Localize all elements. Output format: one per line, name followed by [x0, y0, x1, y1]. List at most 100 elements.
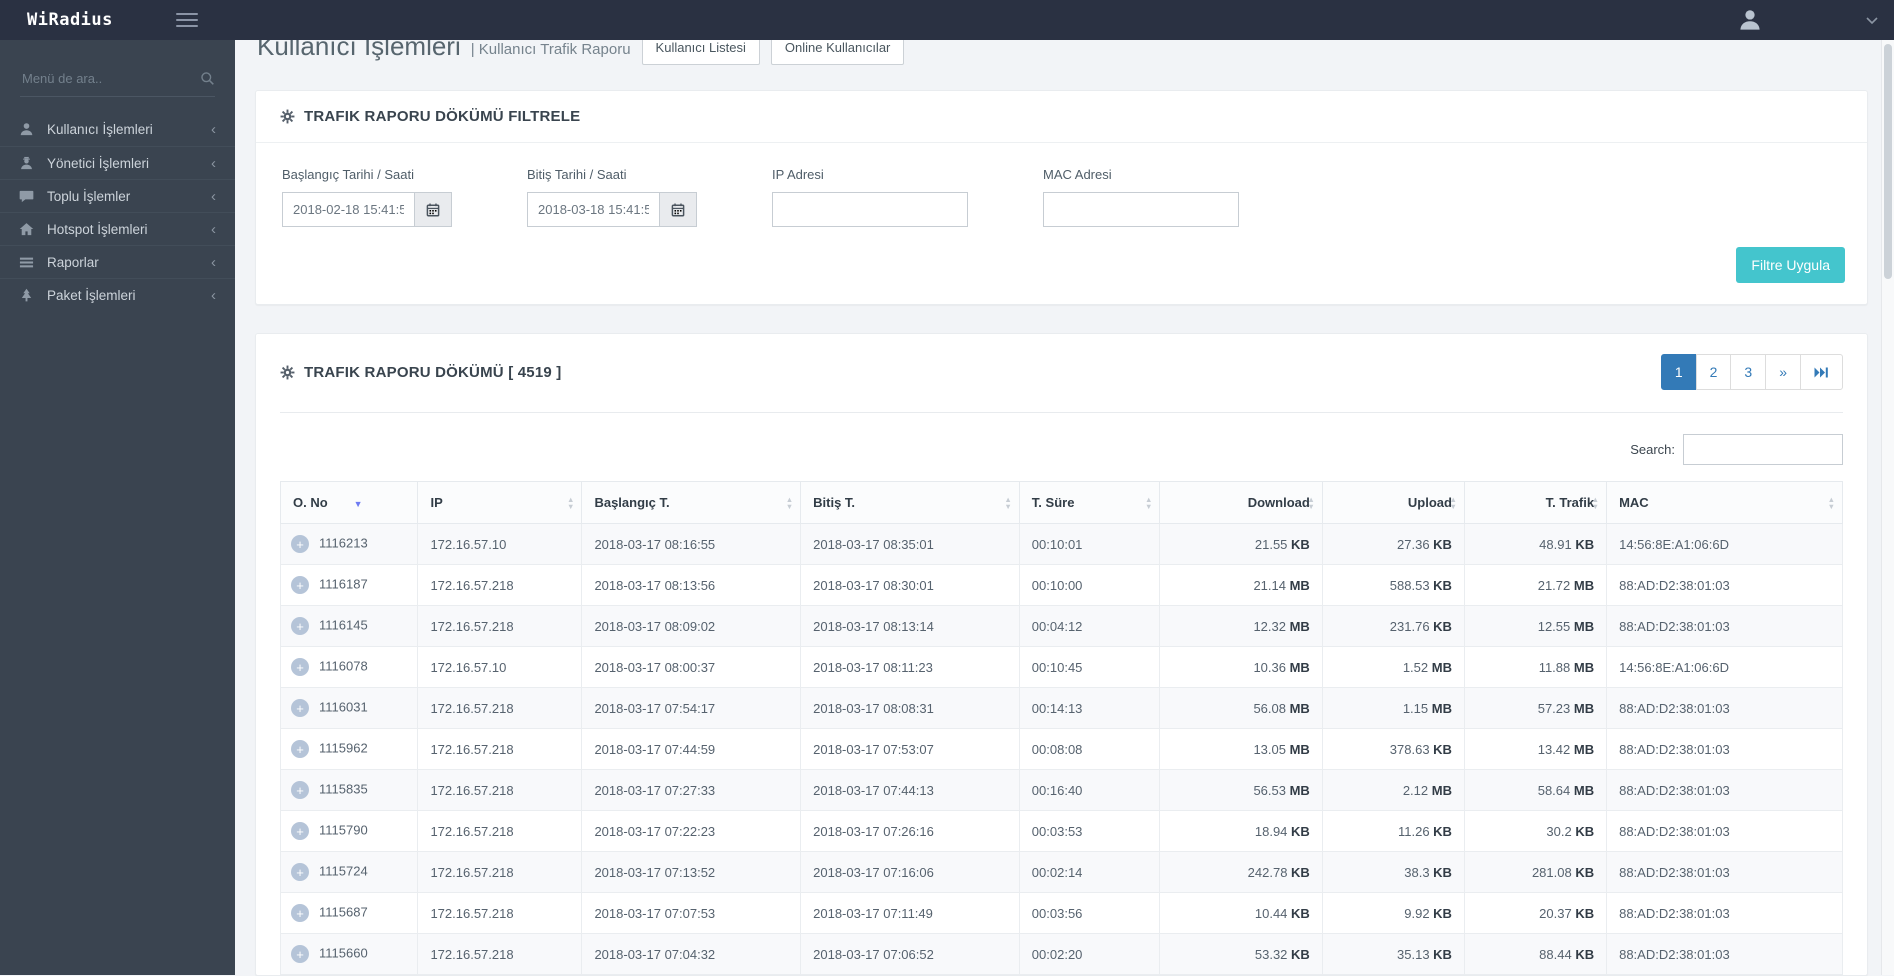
cell-mac: 88:AD:D2:38:01:03 — [1607, 688, 1843, 729]
cell-duration: 00:02:14 — [1019, 852, 1160, 893]
start-datetime-input[interactable] — [282, 192, 415, 227]
expand-row-button[interactable]: + — [291, 945, 309, 963]
cell-end-time: 2018-03-17 07:11:49 — [801, 893, 1020, 934]
start-datetime-calendar-button[interactable] — [415, 192, 452, 227]
cell-duration: 00:02:20 — [1019, 934, 1160, 975]
cell-ip: 172.16.57.218 — [418, 852, 582, 893]
search-label: Search: — [1630, 442, 1675, 457]
tree-icon — [19, 288, 34, 303]
cell-mac: 88:AD:D2:38:01:03 — [1607, 811, 1843, 852]
cell-duration: 00:10:45 — [1019, 647, 1160, 688]
sidebar-item-user[interactable]: Kullanıcı İşlemleri‹ — [0, 113, 235, 146]
scrollbar[interactable] — [1881, 40, 1894, 975]
cell-order-no: +1116078 — [281, 647, 418, 688]
cell-download: 13.05 MB — [1160, 729, 1322, 770]
sidebar-item-tree[interactable]: Paket İşlemleri‹ — [0, 278, 235, 311]
sidebar-item-home[interactable]: Hotspot İşlemleri‹ — [0, 212, 235, 245]
column-label: Upload — [1408, 495, 1452, 510]
chevron-left-icon: ‹ — [211, 255, 216, 270]
sort-icons: ▲▼ — [567, 496, 574, 510]
expand-row-button[interactable]: + — [291, 781, 309, 799]
column-header-duration[interactable]: T. Süre▲▼ — [1019, 482, 1160, 524]
cell-mac: 88:AD:D2:38:01:03 — [1607, 852, 1843, 893]
column-header-download[interactable]: Download▲▼ — [1160, 482, 1322, 524]
cell-start-time: 2018-03-17 07:13:52 — [582, 852, 801, 893]
expand-row-button[interactable]: + — [291, 863, 309, 881]
cell-download: 10.36 MB — [1160, 647, 1322, 688]
cell-upload: 231.76 KB — [1322, 606, 1464, 647]
column-header-start-time[interactable]: Başlangıç T.▲▼ — [582, 482, 801, 524]
pagination-page-1[interactable]: 1 — [1661, 354, 1697, 390]
sidebar-search-input[interactable] — [20, 70, 200, 87]
column-header-mac[interactable]: MAC ▲▼ — [1607, 482, 1843, 524]
cell-upload: 27.36 KB — [1322, 524, 1464, 565]
table-row: +1115660172.16.57.2182018-03-17 07:04:32… — [281, 934, 1843, 975]
cell-download: 242.78 KB — [1160, 852, 1322, 893]
cell-start-time: 2018-03-17 07:07:53 — [582, 893, 801, 934]
expand-row-button[interactable]: + — [291, 617, 309, 635]
sort-icons: ▲▼ — [1145, 496, 1152, 510]
cell-duration: 00:04:12 — [1019, 606, 1160, 647]
column-label: IP — [430, 495, 442, 510]
column-header-total-traffic[interactable]: T. Trafik▲▼ — [1464, 482, 1606, 524]
sort-icons: ▲▼ — [1592, 496, 1599, 510]
cell-mac: 14:56:8E:A1:06:6D — [1607, 524, 1843, 565]
cell-order-no: +1116187 — [281, 565, 418, 606]
column-header-end-time[interactable]: Bitiş T.▲▼ — [801, 482, 1020, 524]
column-header-ip[interactable]: IP ▲▼ — [418, 482, 582, 524]
cell-ip: 172.16.57.218 — [418, 729, 582, 770]
column-label: T. Trafik — [1546, 495, 1594, 510]
end-datetime-calendar-button[interactable] — [660, 192, 697, 227]
expand-row-button[interactable]: + — [291, 576, 309, 594]
chevron-down-icon[interactable] — [1866, 13, 1878, 28]
pagination-page-2[interactable]: 2 — [1696, 354, 1732, 390]
cell-order-no: +1116213 — [281, 524, 418, 565]
sidebar-item-label: Paket İşlemleri — [47, 288, 136, 303]
pagination-next-button[interactable]: » — [1765, 354, 1801, 390]
cell-ip: 172.16.57.218 — [418, 606, 582, 647]
cell-mac: 88:AD:D2:38:01:03 — [1607, 770, 1843, 811]
sort-icons: ▲▼ — [1450, 496, 1457, 510]
column-header-upload[interactable]: Upload▲▼ — [1322, 482, 1464, 524]
mac-address-input[interactable] — [1043, 192, 1239, 227]
cell-start-time: 2018-03-17 08:16:55 — [582, 524, 801, 565]
cell-ip: 172.16.57.218 — [418, 770, 582, 811]
cell-upload: 1.15 MB — [1322, 688, 1464, 729]
expand-row-button[interactable]: + — [291, 904, 309, 922]
sidebar-item-admin[interactable]: Yönetici İşlemleri‹ — [0, 146, 235, 179]
apply-filter-button[interactable]: Filtre Uygula — [1736, 247, 1845, 283]
table-header-row: O. No▼IP▲▼Başlangıç T.▲▼Bitiş T.▲▼T. Sür… — [281, 482, 1843, 524]
table-search-input[interactable] — [1683, 434, 1843, 465]
column-header-order-no[interactable]: O. No▼ — [281, 482, 418, 524]
cell-end-time: 2018-03-17 08:35:01 — [801, 524, 1020, 565]
filter-panel: TRAFIK RAPORU DÖKÜMÜ FILTRELE Başlangıç … — [255, 90, 1868, 305]
menu-toggle-icon[interactable] — [176, 9, 198, 31]
cell-start-time: 2018-03-17 08:00:37 — [582, 647, 801, 688]
cell-end-time: 2018-03-17 08:08:31 — [801, 688, 1020, 729]
column-label: Başlangıç T. — [594, 495, 669, 510]
admin-icon — [19, 156, 34, 171]
cell-start-time: 2018-03-17 08:09:02 — [582, 606, 801, 647]
expand-row-button[interactable]: + — [291, 822, 309, 840]
expand-row-button[interactable]: + — [291, 699, 309, 717]
end-datetime-input[interactable] — [527, 192, 660, 227]
mac-address-label: MAC Adresi — [1043, 167, 1239, 182]
sort-icons: ▲▼ — [1828, 496, 1835, 510]
cell-upload: 11.26 KB — [1322, 811, 1464, 852]
expand-row-button[interactable]: + — [291, 740, 309, 758]
expand-row-button[interactable]: + — [291, 535, 309, 553]
sidebar-item-list[interactable]: Raporlar‹ — [0, 245, 235, 278]
cell-download: 18.94 KB — [1160, 811, 1322, 852]
scrollbar-thumb[interactable] — [1884, 44, 1892, 279]
chevron-left-icon: ‹ — [211, 222, 216, 237]
cell-download: 21.55 KB — [1160, 524, 1322, 565]
pagination-last-button[interactable] — [1800, 354, 1843, 390]
sidebar-item-comment[interactable]: Toplu İşlemler‹ — [0, 179, 235, 212]
ip-address-group: IP Adresi — [772, 167, 968, 227]
user-account-icon[interactable] — [1738, 8, 1762, 32]
pagination-page-3[interactable]: 3 — [1730, 354, 1766, 390]
ip-address-input[interactable] — [772, 192, 968, 227]
column-label: MAC — [1619, 495, 1649, 510]
expand-row-button[interactable]: + — [291, 658, 309, 676]
cell-mac: 88:AD:D2:38:01:03 — [1607, 893, 1843, 934]
